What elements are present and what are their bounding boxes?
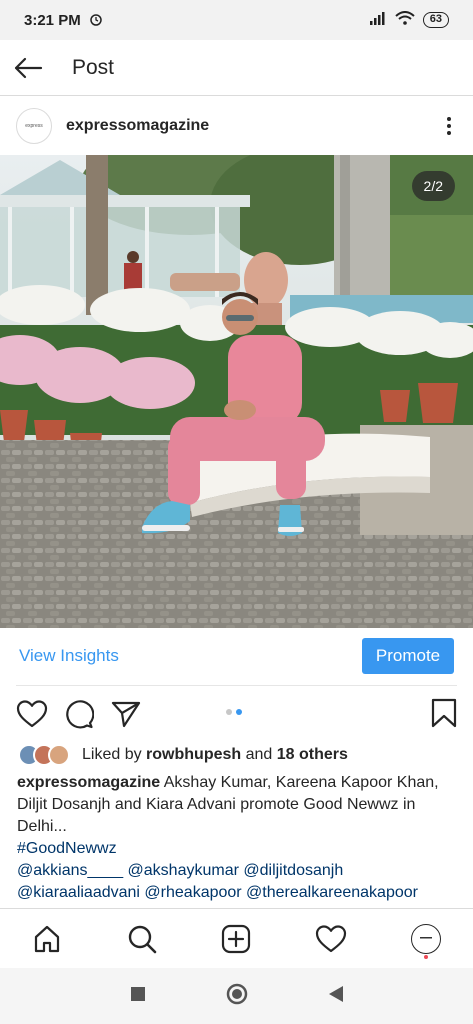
avatar-logo-text: express — [25, 123, 43, 129]
system-navigation-bar — [0, 968, 473, 1024]
view-insights-link[interactable]: View Insights — [19, 646, 119, 666]
search-icon[interactable] — [122, 919, 162, 959]
carousel-dot-active — [236, 709, 242, 715]
back-triangle-icon[interactable] — [328, 985, 344, 1008]
post-header: express expressomagazine — [0, 97, 473, 155]
caption-hashtag[interactable]: #GoodNewwz — [17, 838, 457, 860]
post-username[interactable]: expressomagazine — [66, 117, 209, 135]
post-photo-illustration — [0, 155, 473, 628]
bottom-navigation — [0, 908, 473, 968]
liker-avatar — [48, 744, 70, 766]
signal-icon — [369, 11, 387, 29]
comment-icon[interactable] — [61, 696, 97, 732]
bookmark-icon[interactable] — [429, 696, 459, 730]
activity-icon[interactable] — [311, 919, 351, 959]
divider — [16, 685, 457, 686]
notification-dot — [423, 954, 428, 959]
post-image[interactable]: 2/2 — [0, 155, 473, 628]
likes-row[interactable]: Liked by rowbhupesh and 18 others — [18, 742, 348, 768]
image-counter: 2/2 — [411, 171, 455, 201]
liked-by-user[interactable]: rowbhupesh — [146, 746, 241, 764]
post-caption: expressomagazine Akshay Kumar, Kareena K… — [17, 772, 457, 904]
carousel-indicator — [226, 709, 242, 715]
status-time: 3:21 PM — [24, 11, 81, 29]
profile-icon[interactable] — [406, 919, 446, 959]
liked-by-and: and — [245, 746, 273, 763]
status-bar: 3:21 PM 63 — [0, 0, 473, 40]
home-circle-icon[interactable] — [226, 983, 248, 1010]
top-bar: Post — [0, 40, 473, 96]
carousel-dot — [226, 709, 232, 715]
alarm-icon — [89, 12, 103, 29]
send-icon[interactable] — [108, 696, 144, 732]
promote-button[interactable]: Promote — [362, 638, 454, 674]
battery-indicator: 63 — [422, 12, 449, 28]
liked-by-others[interactable]: 18 others — [277, 746, 348, 764]
home-icon[interactable] — [27, 919, 67, 959]
heart-icon[interactable] — [14, 696, 50, 732]
recents-icon[interactable] — [130, 986, 146, 1007]
liked-by-prefix: Liked by — [82, 746, 142, 763]
wifi-icon — [395, 11, 415, 29]
page-title: Post — [72, 55, 115, 79]
avatar[interactable]: express — [16, 108, 52, 144]
liker-avatars — [18, 744, 70, 766]
caption-username[interactable]: expressomagazine — [17, 774, 160, 791]
insights-row: View Insights Promote — [0, 628, 473, 684]
profile-avatar — [410, 923, 441, 954]
back-arrow-icon[interactable] — [0, 40, 56, 96]
add-post-icon[interactable] — [216, 919, 256, 959]
more-options-icon[interactable] — [441, 111, 457, 141]
caption-mentions-line1[interactable]: @akkians____ @akshaykumar @diljitdosanjh — [17, 860, 457, 882]
caption-mentions-line2[interactable]: @kiaraaliaadvani @rheakapoor @therealkar… — [17, 882, 457, 904]
